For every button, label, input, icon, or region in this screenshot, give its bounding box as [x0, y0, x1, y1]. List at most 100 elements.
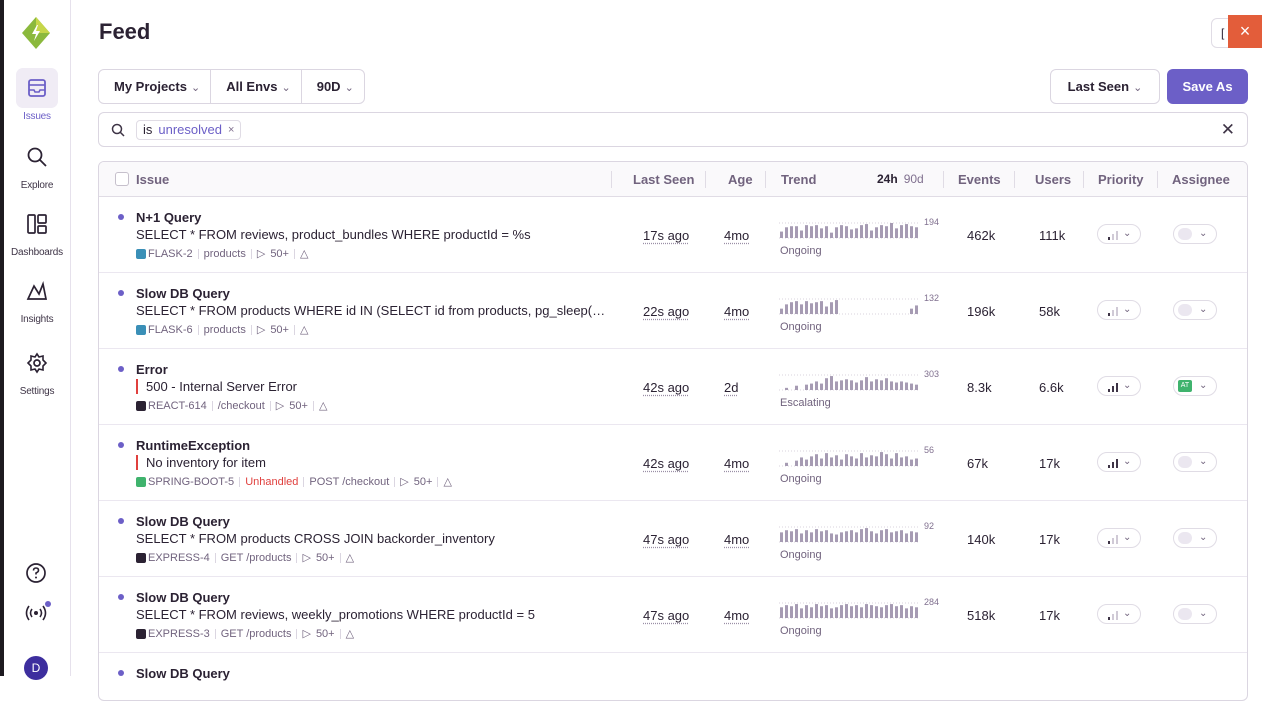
sidebar-item-settings[interactable]: Settings [4, 343, 70, 397]
meta-divider [239, 476, 241, 487]
issue-title[interactable]: Slow DB Query [136, 514, 230, 529]
period-90d[interactable]: 90d [904, 172, 924, 186]
table-header: Issue Last Seen Age Trend 24h 90d Events … [99, 162, 1247, 197]
chevron-down-icon: ⌄ [281, 82, 291, 94]
date-range-filter[interactable]: 90D ⌄ [302, 70, 364, 103]
assignee-dropdown[interactable]: AT ⌄ [1173, 376, 1217, 396]
sidebar-item-insights[interactable]: Insights [4, 271, 70, 325]
assignee-dropdown[interactable]: ⌄ [1173, 452, 1217, 472]
table-row[interactable]: Error 500 - Internal Server Error REACT-61… [99, 349, 1247, 425]
priority-bar [1108, 237, 1110, 240]
search-input[interactable]: is unresolved × ✕ [98, 112, 1248, 147]
users-count: 58k [1039, 304, 1060, 319]
assignee-dropdown[interactable]: ⌄ [1173, 224, 1217, 244]
table-row[interactable]: Slow DB Query SELECT * FROM products CROS… [99, 501, 1247, 577]
column-last-seen[interactable]: Last Seen [633, 172, 694, 187]
assignee-dropdown[interactable]: ⌄ [1173, 528, 1217, 548]
warning-icon: △ [299, 324, 309, 336]
trend-bar [875, 456, 878, 466]
help-icon[interactable] [24, 561, 48, 585]
meta-divider [197, 248, 199, 259]
assignee-dropdown[interactable]: ⌄ [1173, 300, 1217, 320]
trend-bar [820, 531, 823, 542]
trend-bar [845, 454, 848, 466]
warning-icon: △ [443, 476, 452, 488]
issue-title[interactable]: Slow DB Query [136, 666, 230, 681]
priority-dropdown[interactable]: ⌄ [1097, 224, 1141, 244]
trend-bar [785, 530, 788, 542]
close-button[interactable]: × [1228, 15, 1262, 48]
assignee-dropdown[interactable]: ⌄ [1173, 604, 1217, 624]
trend-bar [810, 456, 813, 466]
issue-title[interactable]: Slow DB Query [136, 590, 230, 605]
trend-bar [865, 528, 868, 542]
trend-bar [830, 608, 833, 618]
chevron-down-icon: ⌄ [1199, 380, 1208, 391]
column-users[interactable]: Users [1035, 172, 1071, 187]
priority-dropdown[interactable]: ⌄ [1097, 452, 1141, 472]
trend-bar [805, 605, 808, 618]
sidebar-item-explore[interactable]: Explore [4, 137, 70, 191]
issue-title[interactable]: Slow DB Query [136, 286, 230, 301]
column-divider [1083, 171, 1084, 188]
column-events[interactable]: Events [958, 172, 1001, 187]
period-24h[interactable]: 24h [877, 172, 898, 186]
remove-token-icon[interactable]: × [228, 121, 234, 139]
trend-bar [820, 458, 823, 466]
culprit: products [203, 323, 246, 336]
priority-dropdown[interactable]: ⌄ [1097, 300, 1141, 320]
meta-divider [214, 628, 216, 639]
environment-filter-label: All Envs [226, 79, 278, 94]
trend-bar [810, 607, 813, 618]
trend-bar [795, 301, 798, 314]
trend-bar [865, 377, 868, 390]
trend-bar [825, 530, 828, 542]
table-row[interactable]: RuntimeException No inventory for item SPR… [99, 425, 1247, 501]
priority-bar [1108, 389, 1110, 392]
trend-bar [840, 605, 843, 618]
sort-dropdown[interactable]: Last Seen ⌄ [1050, 69, 1160, 104]
event-count-label: 50+ [315, 551, 335, 564]
project-filter[interactable]: My Projects ⌄ [99, 70, 212, 103]
sidebar-item-label: Explore [20, 180, 54, 191]
trend-status: Ongoing [780, 549, 822, 561]
table-row[interactable]: Slow DB Query [99, 653, 1247, 700]
trend-bar [835, 300, 838, 314]
trend-bar [885, 529, 888, 542]
trend-bar [855, 605, 858, 618]
clear-search-icon[interactable]: ✕ [1221, 120, 1235, 140]
save-as-button[interactable]: Save As [1167, 69, 1248, 104]
issue-title[interactable]: N+1 Query [136, 210, 201, 225]
platform-icon: EXPRESS-4 [136, 552, 210, 564]
column-age[interactable]: Age [728, 172, 753, 187]
platform-icon: SPRING-BOOT-5 [136, 476, 234, 488]
priority-dropdown[interactable]: ⌄ [1097, 376, 1141, 396]
issue-meta: FLASK-6 products ▷ 50+ △ [136, 323, 308, 336]
issue-title[interactable]: RuntimeException [136, 438, 250, 453]
table-row[interactable]: Slow DB Query SELECT * FROM reviews, week… [99, 577, 1247, 653]
trend-bar [825, 378, 828, 390]
trend-bar [795, 385, 798, 390]
issue-message: SELECT * FROM products WHERE id IN (SELE… [136, 303, 606, 318]
environment-filter[interactable]: All Envs ⌄ [211, 70, 302, 103]
search-token[interactable]: is unresolved × [136, 120, 242, 140]
last-seen: 42s ago [643, 456, 690, 471]
priority-dropdown[interactable]: ⌄ [1097, 528, 1141, 548]
priority-dropdown[interactable]: ⌄ [1097, 604, 1141, 624]
app-logo[interactable] [22, 17, 50, 49]
table-row[interactable]: Slow DB Query SELECT * FROM products WHER… [99, 273, 1247, 349]
select-all-checkbox[interactable] [115, 172, 129, 186]
culprit: GET /products [220, 627, 292, 640]
table-row[interactable]: N+1 Query SELECT * FROM reviews, product_… [99, 197, 1247, 273]
search-token-value[interactable]: unresolved [158, 121, 222, 139]
sidebar-item-dashboards[interactable]: Dashboards [4, 204, 70, 258]
priority-bar [1108, 465, 1110, 468]
platform-icon: EXPRESS-3 [136, 628, 210, 640]
trend-bar [835, 534, 838, 542]
avatar[interactable]: D [24, 656, 48, 680]
sidebar-item-issues[interactable]: Issues [4, 68, 70, 122]
issue-title[interactable]: Error [136, 362, 168, 377]
trend-bar [910, 459, 913, 466]
meta-divider [339, 552, 341, 563]
column-priority[interactable]: Priority [1098, 172, 1144, 187]
